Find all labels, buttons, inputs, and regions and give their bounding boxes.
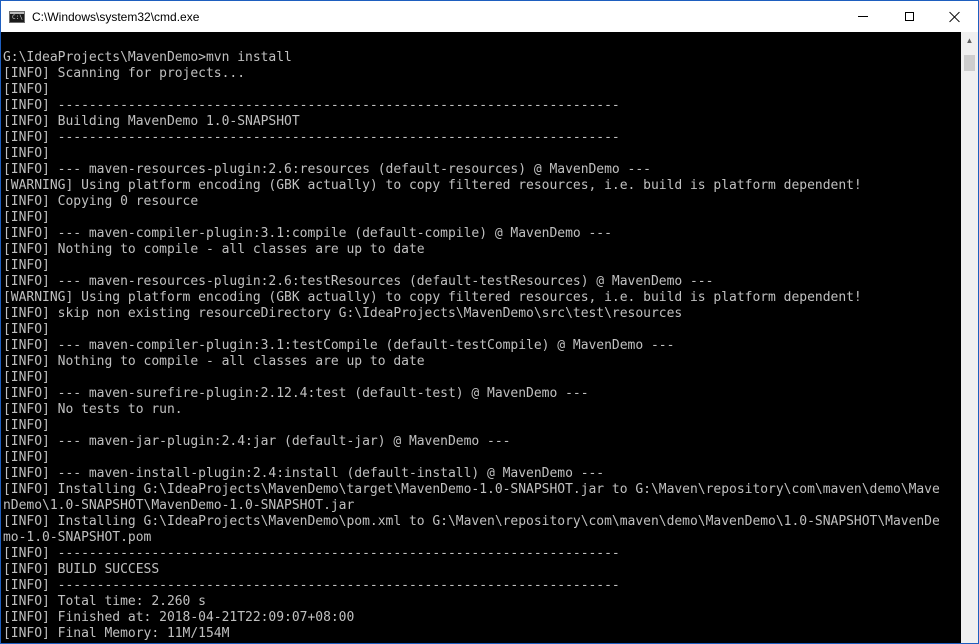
console-line: [INFO] Final Memory: 11M/154M: [3, 626, 230, 641]
console-line: [INFO]: [3, 418, 50, 433]
console-line: [INFO]: [3, 450, 50, 465]
maximize-button[interactable]: [886, 1, 932, 32]
console-line: [INFO] Installing G:\IdeaProjects\MavenD…: [3, 514, 940, 529]
console-line: mo-1.0-SNAPSHOT.pom: [3, 530, 152, 545]
console-line: [INFO] Nothing to compile - all classes …: [3, 242, 425, 257]
console-line: [INFO] --- maven-resources-plugin:2.6:te…: [3, 274, 714, 289]
cmd-icon-glyph: C:\: [12, 13, 23, 21]
console-line: [INFO]: [3, 146, 50, 161]
close-icon: [949, 11, 961, 23]
scroll-up-arrow-icon: ▲: [965, 36, 974, 45]
cmd-window: C:\ C:\Windows\system32\cmd.exe G:\IdeaP…: [0, 0, 979, 644]
console-line: [INFO]: [3, 370, 50, 385]
window-title: C:\Windows\system32\cmd.exe: [32, 9, 200, 24]
console-line: [INFO] BUILD SUCCESS: [3, 562, 160, 577]
console-line: [INFO] ---------------------------------…: [3, 578, 620, 593]
cmd-icon[interactable]: C:\: [9, 10, 25, 23]
vertical-scrollbar[interactable]: ▲: [961, 32, 978, 643]
console-line: [INFO]: [3, 322, 50, 337]
minimize-icon: [858, 16, 868, 17]
console-line: [INFO] Building MavenDemo 1.0-SNAPSHOT: [3, 114, 300, 129]
console-line: [WARNING] Using platform encoding (GBK a…: [3, 178, 862, 193]
maximize-icon: [904, 12, 914, 21]
console-line: [INFO] ---------------------------------…: [3, 130, 620, 145]
console-line: [INFO] ---------------------------------…: [3, 546, 620, 561]
console-line: [INFO] --- maven-jar-plugin:2.4:jar (def…: [3, 434, 511, 449]
close-button[interactable]: [932, 1, 978, 32]
title-bar[interactable]: C:\ C:\Windows\system32\cmd.exe: [1, 1, 978, 32]
console-line: [INFO] --- maven-compiler-plugin:3.1:com…: [3, 226, 612, 241]
console-line: [INFO] Scanning for projects...: [3, 66, 246, 81]
console-line: [INFO] skip non existing resourceDirecto…: [3, 306, 683, 321]
console-line: [INFO] --- maven-resources-plugin:2.6:re…: [3, 162, 651, 177]
console-line: [INFO] --- maven-surefire-plugin:2.12.4:…: [3, 386, 589, 401]
scroll-up-button[interactable]: ▲: [961, 32, 978, 49]
console-line: G:\IdeaProjects\MavenDemo>mvn install: [3, 50, 292, 65]
console-line: [INFO] ---------------------------------…: [3, 642, 940, 643]
console-line: [INFO]: [3, 210, 50, 225]
scrollbar-thumb[interactable]: [964, 55, 975, 71]
console-line: [INFO]: [3, 258, 50, 273]
console-line: [INFO] Installing G:\IdeaProjects\MavenD…: [3, 482, 940, 497]
minimize-button[interactable]: [840, 1, 886, 32]
console-line: [INFO] Total time: 2.260 s: [3, 594, 206, 609]
console-output[interactable]: G:\IdeaProjects\MavenDemo>mvn install [IN…: [1, 32, 961, 643]
console-line: [INFO] --- maven-compiler-plugin:3.1:tes…: [3, 338, 675, 353]
console-line: [INFO]: [3, 82, 50, 97]
console-line: [INFO] Finished at: 2018-04-21T22:09:07+…: [3, 610, 355, 625]
console-line: [WARNING] Using platform encoding (GBK a…: [3, 290, 862, 305]
console-line: nDemo\1.0-SNAPSHOT\MavenDemo-1.0-SNAPSHO…: [3, 498, 355, 513]
console-lines: G:\IdeaProjects\MavenDemo>mvn install [IN…: [3, 50, 940, 643]
console-line: [INFO] Nothing to compile - all classes …: [3, 354, 425, 369]
console-line: [INFO] ---------------------------------…: [3, 98, 620, 113]
console-line: [INFO] --- maven-install-plugin:2.4:inst…: [3, 466, 605, 481]
console-line: [INFO] No tests to run.: [3, 402, 183, 417]
console-line: [INFO] Copying 0 resource: [3, 194, 199, 209]
